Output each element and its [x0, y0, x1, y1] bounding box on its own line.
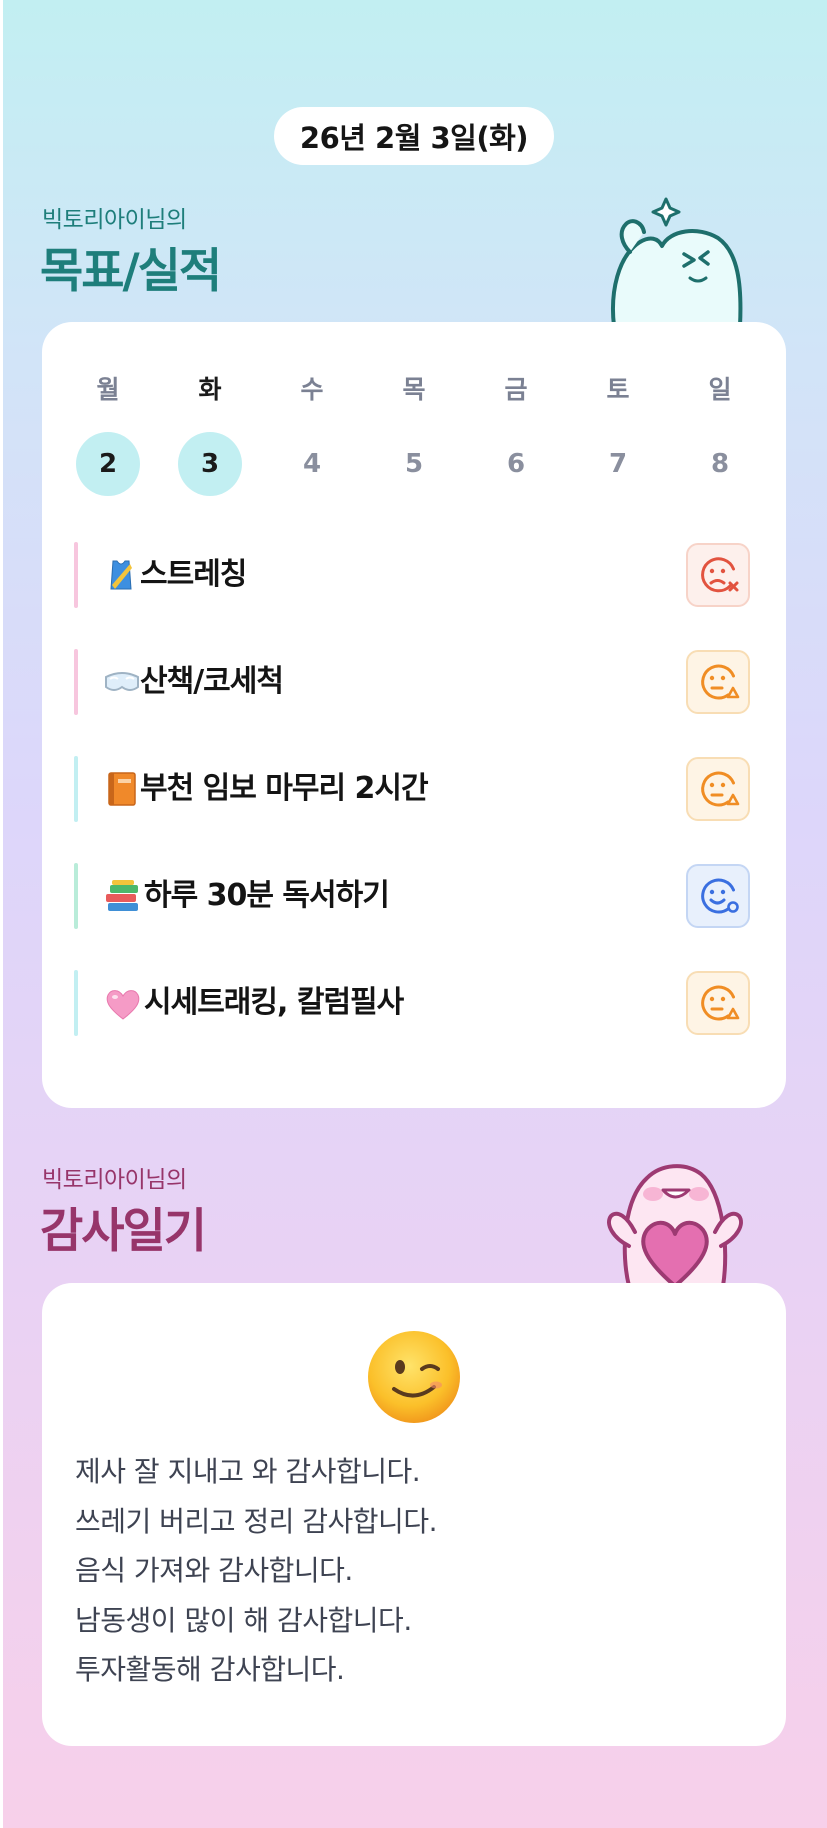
day-6[interactable]: 6	[484, 432, 548, 496]
window-edge	[0, 0, 3, 1828]
day-8[interactable]: 8	[688, 432, 752, 496]
day-4[interactable]: 4	[280, 432, 344, 496]
thanks-line: 남동생이 많이 해 감사합니다.	[75, 1603, 412, 1637]
waving-mascot-illustration	[611, 197, 743, 326]
weekday-thu: 목	[402, 375, 426, 404]
goal-color-bar	[74, 649, 78, 715]
running-shirt-emoji	[110, 560, 132, 590]
weekday-sun: 일	[708, 375, 732, 404]
thanks-section-subtitle: 빅토리아이님의	[42, 1167, 187, 1193]
goal-color-bar	[74, 970, 78, 1036]
goals-section-title: 목표/실적	[40, 244, 222, 299]
thanks-line: 쓰레기 버리고 정리 감사합니다.	[75, 1504, 437, 1538]
orange-book-emoji	[108, 772, 136, 806]
thanks-diary-text: 제사 잘 지내고 와 감사합니다. 쓰레기 버리고 정리 감사합니다. 음식 가…	[75, 1447, 755, 1695]
goal-color-bar	[74, 756, 78, 822]
goal-color-bar	[74, 863, 78, 929]
weekday-fri: 금	[504, 375, 528, 404]
goal-text: 시세트래킹, 칼럼필사	[144, 985, 404, 1020]
goggles-emoji	[105, 672, 139, 691]
goal-item[interactable]: 스트레칭	[74, 542, 754, 608]
goal-text: 스트레칭	[140, 557, 247, 592]
weekday-wed: 수	[300, 375, 324, 404]
goal-status-button[interactable]	[686, 543, 750, 607]
weekday-sat: 토	[606, 375, 630, 404]
weekday-mon: 월	[96, 375, 120, 404]
day-2[interactable]: 2	[76, 432, 140, 496]
goal-item[interactable]: 시세트래킹, 칼럼필사	[74, 970, 754, 1036]
goal-item[interactable]: 산책/코세척	[74, 649, 754, 715]
goal-status-button[interactable]	[686, 864, 750, 928]
pink-heart-emoji	[106, 990, 140, 1020]
day-3[interactable]: 3	[178, 432, 242, 496]
thanks-line: 제사 잘 지내고 와 감사합니다.	[75, 1455, 421, 1488]
winking-face-emoji	[368, 1331, 460, 1423]
neutral-face-triangle-icon	[701, 771, 740, 807]
books-emoji	[106, 880, 138, 911]
goal-item[interactable]: 부천 임보 마무리 2시간	[74, 756, 754, 822]
goal-status-button[interactable]	[686, 971, 750, 1035]
goal-status-button[interactable]	[686, 650, 750, 714]
goal-item[interactable]: 하루 30분 독서하기	[74, 863, 754, 929]
day-7[interactable]: 7	[586, 432, 650, 496]
thanks-line: 투자활동해 감사합니다.	[75, 1653, 345, 1686]
goals-section-subtitle: 빅토리아이님의	[42, 207, 187, 233]
goal-text: 하루 30분 독서하기	[144, 878, 390, 913]
goal-text: 산책/코세척	[140, 664, 284, 699]
day-5[interactable]: 5	[382, 432, 446, 496]
date-selector[interactable]: 26년 2월 3일(화)	[274, 107, 554, 165]
thanks-line: 음식 가져와 감사합니다.	[75, 1554, 353, 1587]
sad-face-x-icon	[701, 557, 739, 593]
smile-face-circle-icon	[701, 878, 739, 914]
neutral-face-triangle-icon	[701, 664, 740, 700]
heart-hugging-mascot-illustration	[607, 1164, 743, 1286]
thanks-section-title: 감사일기	[40, 1204, 207, 1259]
goal-text: 부천 임보 마무리 2시간	[140, 771, 429, 806]
weekday-tue: 화	[198, 375, 222, 404]
goal-color-bar	[74, 542, 78, 608]
goal-status-button[interactable]	[686, 757, 750, 821]
neutral-face-triangle-icon	[701, 985, 740, 1021]
